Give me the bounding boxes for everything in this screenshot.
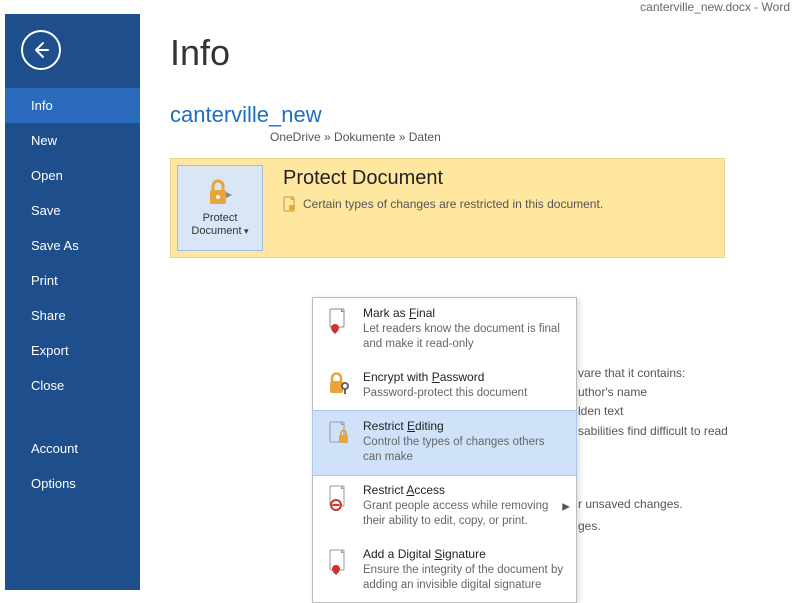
menu-title: Mark as Final xyxy=(363,306,566,320)
back-button[interactable] xyxy=(21,30,61,70)
nav-label: Info xyxy=(31,98,53,113)
dropdown-caret-icon: ▾ xyxy=(242,226,249,236)
nav-export[interactable]: Export xyxy=(5,333,140,368)
nav-save[interactable]: Save xyxy=(5,193,140,228)
nav-info[interactable]: Info xyxy=(5,88,140,123)
protect-heading: Protect Document xyxy=(283,167,603,190)
page-title: Info xyxy=(170,32,798,74)
lock-key-icon xyxy=(328,372,350,396)
nav-save-as[interactable]: Save As xyxy=(5,228,140,263)
menu-restrict-access[interactable]: Restrict Access Grant people access whil… xyxy=(313,475,576,539)
menu-title: Restrict Access xyxy=(363,483,566,497)
protect-document-button[interactable]: Protect Document ▾ xyxy=(177,165,263,251)
nav-label: Open xyxy=(31,168,63,183)
protect-document-menu: Mark as Final Let readers know the docum… xyxy=(312,297,577,603)
document-ribbon-icon xyxy=(328,308,350,334)
nav-account[interactable]: Account xyxy=(5,431,140,466)
protect-note: Certain types of changes are restricted … xyxy=(303,197,603,211)
partially-visible-versions-text: r unsaved changes. ges. xyxy=(578,494,683,537)
protect-btn-line2: Document xyxy=(191,225,241,237)
document-lock-icon xyxy=(328,421,350,447)
nav-label: Options xyxy=(31,476,76,491)
menu-desc: Grant people access while removing their… xyxy=(363,499,566,529)
document-block-icon xyxy=(328,485,350,511)
nav-open[interactable]: Open xyxy=(5,158,140,193)
menu-digital-signature[interactable]: Add a Digital Signature Ensure the integ… xyxy=(313,539,576,603)
menu-desc: Password-protect this document xyxy=(363,386,566,401)
menu-restrict-editing[interactable]: Restrict Editing Control the types of ch… xyxy=(312,410,577,476)
window-title: canterville_new.docx - Word xyxy=(640,0,790,14)
document-name: canterville_new xyxy=(170,102,798,128)
protect-document-panel: Protect Document ▾ Protect Document Cert… xyxy=(170,158,725,258)
nav-new[interactable]: New xyxy=(5,123,140,158)
document-lock-icon xyxy=(283,196,297,212)
nav-label: Share xyxy=(31,308,66,323)
nav-close[interactable]: Close xyxy=(5,368,140,403)
menu-desc: Ensure the integrity of the document by … xyxy=(363,563,566,593)
nav-options[interactable]: Options xyxy=(5,466,140,501)
arrow-left-icon xyxy=(31,40,51,60)
menu-mark-as-final[interactable]: Mark as Final Let readers know the docum… xyxy=(313,298,576,362)
partially-visible-inspect-text: vare that it contains: uthor's name lden… xyxy=(578,364,728,441)
nav-share[interactable]: Share xyxy=(5,298,140,333)
content-area: Info canterville_new OneDrive » Dokument… xyxy=(140,14,798,590)
menu-title: Add a Digital Signature xyxy=(363,547,566,561)
nav-label: Save xyxy=(31,203,61,218)
document-path: OneDrive » Dokumente » Daten xyxy=(170,130,798,144)
menu-desc: Let readers know the document is final a… xyxy=(363,322,566,352)
menu-title: Encrypt with Password xyxy=(363,370,566,384)
menu-encrypt-password[interactable]: Encrypt with Password Password-protect t… xyxy=(313,362,576,411)
document-seal-icon xyxy=(328,549,350,575)
backstage-sidebar: Info New Open Save Save As Print Share E… xyxy=(5,14,140,590)
nav-print[interactable]: Print xyxy=(5,263,140,298)
nav-label: Account xyxy=(31,441,78,456)
menu-title: Restrict Editing xyxy=(363,419,566,433)
nav-label: Print xyxy=(31,273,58,288)
nav-label: Save As xyxy=(31,238,79,253)
lock-shield-icon xyxy=(204,178,236,208)
submenu-arrow-icon: ▶ xyxy=(562,501,570,512)
title-bar: canterville_new.docx - Word xyxy=(0,0,798,14)
nav-label: Export xyxy=(31,343,69,358)
nav-label: New xyxy=(31,133,57,148)
menu-desc: Control the types of changes others can … xyxy=(363,435,566,465)
nav-label: Close xyxy=(31,378,64,393)
protect-btn-line1: Protect xyxy=(203,212,238,224)
